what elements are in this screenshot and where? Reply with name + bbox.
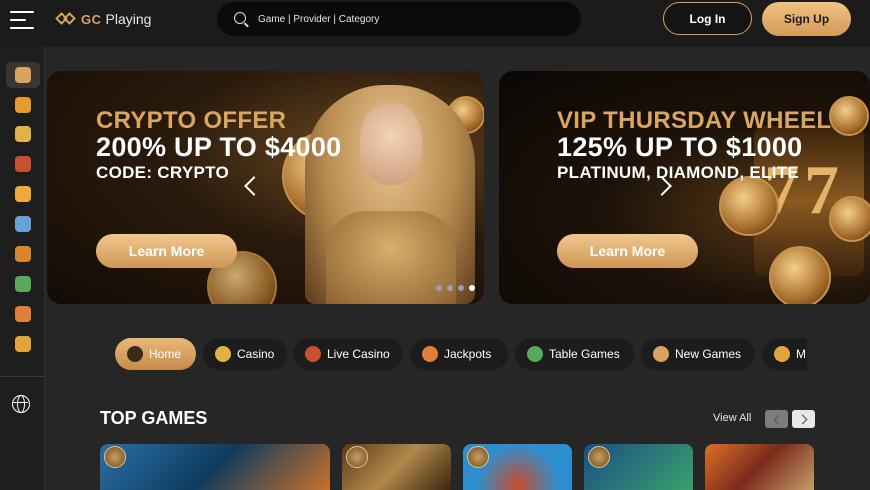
game-card[interactable]: [100, 444, 330, 490]
crown-icon: [422, 346, 438, 362]
table-games-icon: [15, 246, 31, 262]
search-bar[interactable]: [217, 2, 581, 36]
home-icon: [127, 346, 143, 362]
category-label: New Games: [675, 347, 742, 361]
category-pill[interactable]: Jackpots: [410, 338, 508, 370]
casino-icon: [15, 126, 31, 142]
banner-tiers: PLATINUM, DIAMOND, ELITE: [557, 163, 800, 182]
game-card[interactable]: [705, 444, 814, 490]
logo-gc-text: GC: [81, 11, 102, 27]
login-button[interactable]: Log In: [663, 2, 752, 35]
casino-chip-icon: [769, 246, 831, 304]
sidebar-item[interactable]: [6, 331, 40, 357]
category-pill[interactable]: Home: [115, 338, 196, 370]
games-prev-button[interactable]: [765, 410, 788, 428]
category-label: Home: [149, 347, 182, 361]
category-label: Table Games: [549, 347, 620, 361]
vip-icon: [15, 306, 31, 322]
category-label: M: [796, 347, 806, 361]
carousel-dot[interactable]: [458, 285, 464, 291]
sidebar-item[interactable]: [6, 181, 40, 207]
sidebar-item[interactable]: [6, 151, 40, 177]
search-icon: [234, 12, 246, 24]
banner-headline: CRYPTO OFFER: [96, 107, 287, 134]
top-games-title: TOP GAMES: [100, 408, 208, 428]
category-pill[interactable]: Table Games: [515, 338, 634, 370]
new-icon: [653, 346, 669, 362]
sports-icon: [15, 186, 31, 202]
site-logo[interactable]: GC Playing: [55, 9, 152, 29]
carousel-dots: [436, 285, 475, 291]
casino-chip-icon: [719, 176, 779, 236]
category-label: Live Casino: [327, 347, 390, 361]
jackpots-icon: [15, 216, 31, 232]
learn-more-button[interactable]: Learn More: [557, 234, 698, 268]
games-next-button[interactable]: [792, 410, 815, 428]
learn-more-button[interactable]: Learn More: [96, 234, 237, 268]
casino-chip-icon: [829, 196, 870, 242]
provider-badge-icon: [467, 446, 489, 468]
sidebar-divider: [0, 376, 44, 377]
home-icon: [15, 67, 31, 83]
search-input[interactable]: [258, 10, 558, 28]
sidebar-item[interactable]: [6, 301, 40, 327]
globe-icon[interactable]: [12, 395, 30, 413]
provider-badge-icon: [588, 446, 610, 468]
slot-777-icon: [215, 346, 231, 362]
game-card[interactable]: [342, 444, 451, 490]
promo-banner-vip[interactable]: 7 7 VIP THURSDAY WHEEL 125% UP TO $1000 …: [499, 71, 870, 304]
category-label: Casino: [237, 347, 275, 361]
carousel-prev-icon[interactable]: [244, 176, 264, 196]
banner-code: CODE: CRYPTO: [96, 163, 230, 182]
category-label: Jackpots: [444, 347, 492, 361]
category-bar: Home Casino Live Casino Jackpots Table Games…: [104, 331, 807, 379]
game-card[interactable]: [584, 444, 693, 490]
tournament-icon: [15, 336, 31, 352]
menu-icon[interactable]: [10, 11, 34, 31]
carousel-dot[interactable]: [447, 285, 453, 291]
sidebar-item[interactable]: [6, 62, 40, 88]
roulette-icon: [305, 346, 321, 362]
live-casino-icon: [15, 156, 31, 172]
promo-banner-crypto[interactable]: CRYPTO OFFER 200% UP TO $4000 CODE: CRYP…: [47, 71, 484, 304]
new-games-icon: [15, 276, 31, 292]
signup-button[interactable]: Sign Up: [762, 2, 851, 36]
view-all-link[interactable]: View All: [713, 412, 751, 424]
logo-name-text: Playing: [105, 11, 152, 27]
top-header: GC Playing Log In Sign Up: [0, 0, 870, 47]
model-face-image: [360, 103, 422, 185]
category-pill[interactable]: New Games: [641, 338, 755, 370]
carousel-dot[interactable]: [469, 285, 475, 291]
sidebar-item[interactable]: [6, 271, 40, 297]
category-pill[interactable]: M: [762, 338, 807, 370]
carousel-dot[interactable]: [436, 285, 442, 291]
banner-headline: VIP THURSDAY WHEEL: [557, 107, 832, 134]
sidebar: [0, 47, 45, 490]
sidebar-item[interactable]: [6, 92, 40, 118]
banner-offer: 200% UP TO $4000: [96, 132, 342, 162]
sidebar-item[interactable]: [6, 241, 40, 267]
more-icon: [774, 346, 790, 362]
game-card[interactable]: [463, 444, 572, 490]
logo-diamond-icon: [55, 9, 77, 29]
provider-badge-icon: [346, 446, 368, 468]
casino-chip-icon: [829, 96, 869, 136]
category-pill[interactable]: Live Casino: [293, 338, 403, 370]
promotions-icon: [15, 97, 31, 113]
banner-offer: 125% UP TO $1000: [557, 132, 803, 162]
sidebar-item[interactable]: [6, 211, 40, 237]
category-pill[interactable]: Casino: [203, 338, 287, 370]
cards-icon: [527, 346, 543, 362]
sidebar-item[interactable]: [6, 121, 40, 147]
provider-badge-icon: [104, 446, 126, 468]
